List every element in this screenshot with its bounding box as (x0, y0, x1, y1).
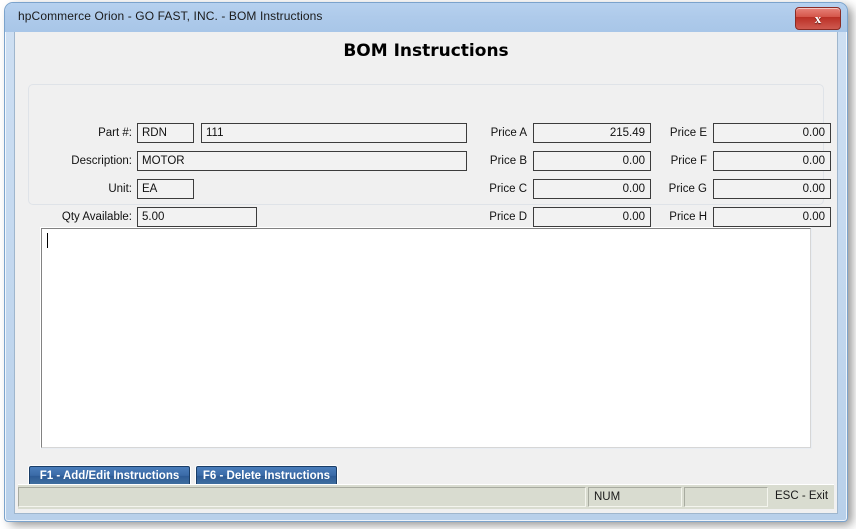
application-window: hpCommerce Orion - GO FAST, INC. - BOM I… (4, 2, 848, 522)
status-panel-extra (684, 487, 768, 507)
part-info-panel: Part #: Description: Unit: Qty Available… (28, 84, 831, 227)
price-h-input[interactable]: 0.00 (713, 207, 831, 227)
status-panel-num-lock: NUM (588, 487, 682, 507)
add-edit-instructions-label: F1 - Add/Edit Instructions (29, 466, 190, 486)
text-caret (47, 233, 48, 248)
label-price-b: Price B (489, 155, 527, 167)
label-price-h: Price H (669, 211, 707, 223)
status-exit-hint: ESC - Exit (775, 490, 829, 502)
price-g-input[interactable]: 0.00 (713, 179, 831, 199)
instructions-textarea[interactable] (41, 228, 811, 448)
qty-available-input[interactable]: 5.00 (137, 207, 257, 227)
label-price-g: Price G (668, 183, 707, 195)
close-button[interactable]: x (795, 7, 841, 30)
unit-input[interactable]: EA (137, 179, 194, 199)
label-price-a: Price A (490, 127, 527, 139)
status-bar: NUM ESC - Exit (18, 484, 834, 509)
label-price-e: Price E (669, 127, 707, 139)
label-qty-available: Qty Available: (61, 211, 132, 223)
page-title: BOM Instructions (343, 41, 509, 61)
label-price-d: Price D (489, 211, 527, 223)
delete-instructions-label: F6 - Delete Instructions (196, 466, 337, 486)
close-icon: x (814, 11, 822, 26)
title-bar[interactable]: hpCommerce Orion - GO FAST, INC. - BOM I… (5, 3, 847, 32)
price-f-input[interactable]: 0.00 (713, 151, 831, 171)
client-area: BOM Instructions Part #: Description: Un… (14, 32, 838, 514)
window-title: hpCommerce Orion - GO FAST, INC. - BOM I… (18, 9, 323, 23)
part-number-input[interactable]: 111 (201, 123, 467, 143)
price-e-input[interactable]: 0.00 (713, 123, 831, 143)
label-part-number: Part #: (98, 127, 132, 139)
label-price-f: Price F (670, 155, 707, 167)
label-description: Description: (71, 155, 132, 167)
description-input[interactable]: MOTOR (137, 151, 467, 171)
label-unit: Unit: (108, 183, 132, 195)
status-panel-message (18, 487, 586, 507)
desktop-backdrop: hpCommerce Orion - GO FAST, INC. - BOM I… (0, 0, 856, 529)
instructions-textarea-frame (40, 227, 812, 449)
label-price-c: Price C (489, 183, 527, 195)
part-prefix-input[interactable]: RDN (137, 123, 194, 143)
